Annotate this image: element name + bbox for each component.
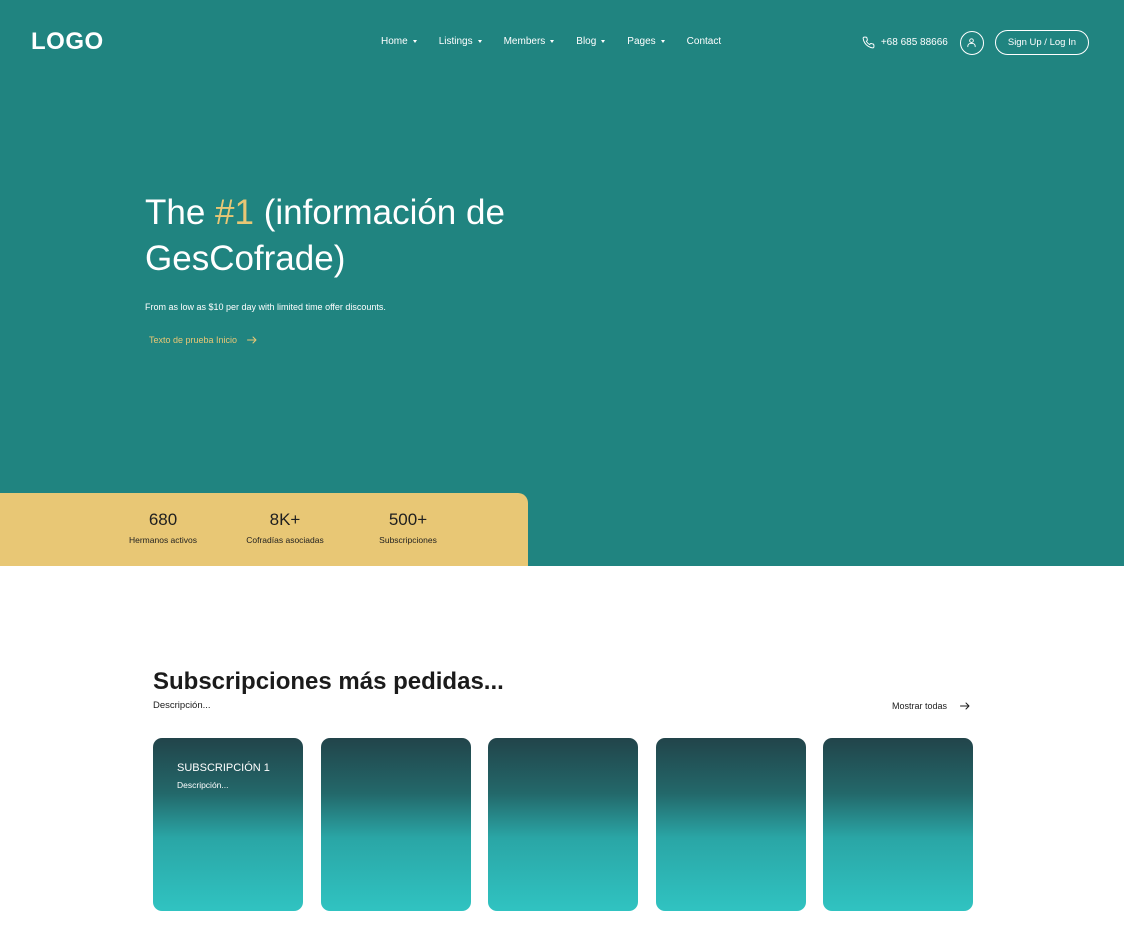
nav-item-label: Blog <box>576 36 597 47</box>
card-title: SUBSCRIPCIÓN 1 <box>177 762 270 774</box>
nav-item-label: Home <box>381 36 408 47</box>
nav-item-label: Contact <box>686 36 722 47</box>
stat-value: 680 <box>148 510 178 529</box>
user-button[interactable] <box>959 30 984 55</box>
hero-title: The #1 (información de GesCofrade) <box>145 190 505 282</box>
stat-label: Cofradías asociadas <box>246 535 324 545</box>
subscription-card[interactable] <box>488 738 638 911</box>
stat-value: 8K+ <box>269 510 301 529</box>
nav-item-home[interactable]: Home <box>381 36 417 47</box>
hero-cta-label: Texto de prueba Inicio <box>149 335 238 345</box>
stat-associated-brotherhoods: 8K+ Cofradías asociadas <box>242 510 328 545</box>
subscription-cards: SUBSCRIPCIÓN 1 Descripción... <box>153 738 973 911</box>
arrow-right-icon <box>247 336 257 344</box>
nav-item-label: Members <box>503 36 546 47</box>
nav-item-blog[interactable]: Blog <box>576 36 606 47</box>
logo[interactable]: LOGO <box>31 28 104 56</box>
card-description: Descripción... <box>177 780 229 790</box>
section-title: Subscripciones más pedidas... <box>153 668 504 695</box>
hero-cta-link[interactable]: Texto de prueba Inicio <box>149 335 257 345</box>
caret-down-icon <box>660 40 665 43</box>
main-nav: Home Listings Members Blog Pages Contact <box>381 36 743 47</box>
caret-down-icon <box>477 40 482 43</box>
phone-link[interactable]: +68 685 88666 <box>862 36 948 49</box>
stats-bar: 680 Hermanos activos 8K+ Cofradías asoci… <box>0 493 528 566</box>
subscription-card[interactable]: SUBSCRIPCIÓN 1 Descripción... <box>153 738 303 911</box>
stat-subscriptions: 500+ Subscripciones <box>376 510 440 545</box>
subscription-card[interactable] <box>655 738 806 911</box>
nav-item-listings[interactable]: Listings <box>439 36 482 47</box>
caret-down-icon <box>412 40 417 43</box>
nav-item-label: Listings <box>438 36 473 47</box>
header-actions: +68 685 88666 Sign Up / Log In <box>862 30 1089 55</box>
section-description: Descripción... <box>153 700 211 711</box>
nav-item-contact[interactable]: Contact <box>687 36 721 47</box>
stat-label: Subscripciones <box>379 535 437 545</box>
arrow-right-icon <box>960 702 970 710</box>
subscription-card[interactable] <box>823 738 973 911</box>
hero-title-accent: #1 <box>215 193 254 232</box>
stat-active-members: 680 Hermanos activos <box>128 510 198 545</box>
user-icon <box>967 38 976 48</box>
signup-login-button[interactable]: Sign Up / Log In <box>994 30 1089 55</box>
caret-down-icon <box>601 40 606 43</box>
caret-down-icon <box>550 40 555 43</box>
nav-item-pages[interactable]: Pages <box>627 36 665 47</box>
nav-item-members[interactable]: Members <box>504 36 555 47</box>
hero-subtitle: From as low as $10 per day with limited … <box>145 302 386 312</box>
stat-value: 500+ <box>388 510 428 529</box>
stat-label: Hermanos activos <box>128 535 198 545</box>
hero-section: LOGO Home Listings Members Blog Pages Co… <box>0 0 1124 566</box>
hero-title-prefix: The <box>145 193 216 232</box>
show-all-link[interactable]: Mostrar todas <box>892 701 970 711</box>
show-all-label: Mostrar todas <box>892 701 948 711</box>
phone-number: +68 685 88666 <box>880 37 948 48</box>
subscription-card[interactable] <box>320 738 471 911</box>
phone-icon <box>862 36 875 49</box>
nav-item-label: Pages <box>627 36 656 47</box>
